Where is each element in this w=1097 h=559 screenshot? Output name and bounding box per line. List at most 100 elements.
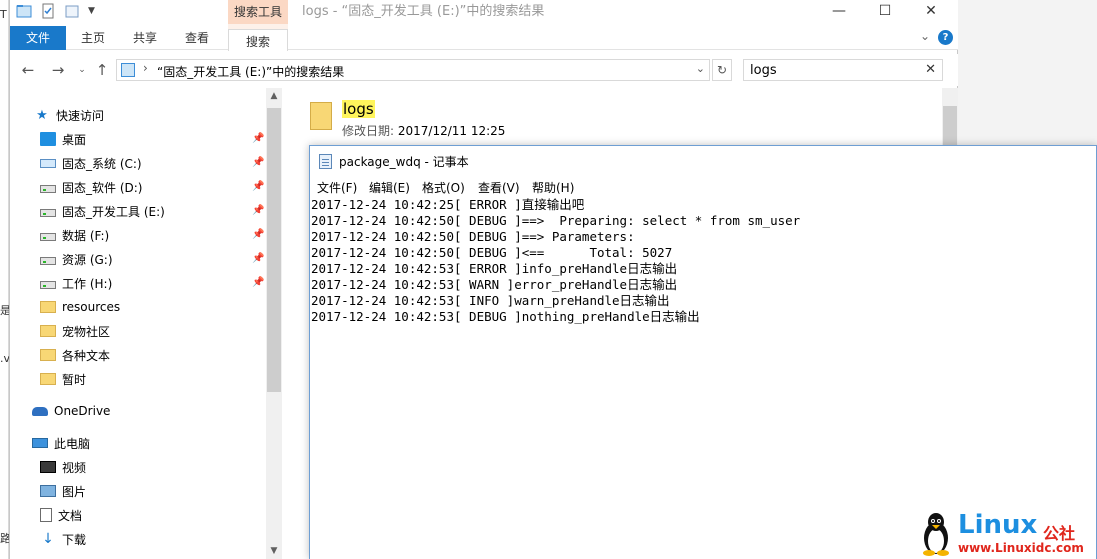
result-item-name[interactable]: logs [342, 100, 375, 118]
recent-locations-icon[interactable]: ⌄ [72, 61, 92, 81]
ribbon-tabs: 文件 主页 共享 查看 搜索 ⌄ ? [10, 24, 958, 51]
log-line: 2017-12-24 10:42:53[ ERROR ]info_preHand… [311, 261, 678, 276]
pin-icon[interactable]: 📌 [252, 205, 264, 216]
breadcrumb-chevron-icon[interactable]: › [143, 61, 148, 75]
video-icon [40, 461, 56, 473]
content-scrollbar-thumb[interactable] [943, 106, 957, 146]
drive-icon [40, 256, 56, 265]
notepad-window: package_wdq - 记事本 文件(F) 编辑(E) 格式(O) 查看(V… [309, 145, 1097, 559]
notepad-title: package_wdq - 记事本 [339, 155, 469, 169]
tab-home[interactable]: 主页 [72, 26, 114, 50]
penguin-icon [923, 513, 949, 556]
nav-label: 图片 [62, 484, 87, 499]
nav-item-videos[interactable]: 视频 [40, 456, 86, 478]
notepad-title-bar: package_wdq - 记事本 [310, 146, 1096, 176]
system-drive-icon [40, 158, 56, 168]
log-line: 2017-12-24 10:42:53[ INFO ]warn_preHandl… [311, 293, 670, 308]
search-tools-header: 搜索工具 [228, 0, 288, 24]
tab-search[interactable]: 搜索 [228, 29, 288, 51]
drive-icon [40, 280, 56, 289]
nav-item-drive-d[interactable]: 固态_软件 (D:) [40, 176, 142, 198]
address-field[interactable]: › “固态_开发工具 (E:)”中的搜索结果 ⌄ [116, 59, 710, 81]
menu-help[interactable]: 帮助(H) [532, 179, 574, 196]
nav-item-drive-g[interactable]: 资源 (G:) [40, 248, 113, 270]
customize-toolbar-icon[interactable]: ▼ [88, 6, 95, 16]
folder-icon [40, 349, 56, 361]
nav-scrollbar-thumb[interactable] [267, 108, 281, 392]
nav-item-resources[interactable]: resources [40, 296, 120, 318]
nav-item-drive-h[interactable]: 工作 (H:) [40, 272, 112, 294]
nav-label: 桌面 [62, 132, 87, 147]
help-icon[interactable]: ? [938, 30, 953, 45]
menu-format[interactable]: 格式(O) [422, 179, 465, 196]
address-text: “固态_开发工具 (E:)”中的搜索结果 [157, 65, 345, 79]
desktop-icon [40, 132, 56, 146]
nav-item-temporary[interactable]: 暂时 [40, 368, 86, 390]
nav-item-drive-f[interactable]: 数据 (F:) [40, 224, 109, 246]
clear-search-icon[interactable]: ✕ [925, 62, 936, 77]
up-button[interactable]: ↑ [92, 61, 112, 81]
document-icon [40, 508, 52, 522]
log-line: 2017-12-24 10:42:53[ WARN ]error_preHand… [311, 277, 678, 292]
tab-view[interactable]: 查看 [176, 26, 218, 50]
date-value: 2017/12/11 12:25 [397, 124, 506, 138]
nav-label: 文档 [58, 508, 83, 523]
date-label: 修改日期: [342, 124, 395, 138]
nav-item-texts[interactable]: 各种文本 [40, 344, 110, 366]
nav-item-drive-c[interactable]: 固态_系统 (C:) [40, 152, 142, 174]
tab-share[interactable]: 共享 [124, 26, 166, 50]
nav-label: 宠物社区 [62, 324, 111, 339]
menu-edit[interactable]: 编辑(E) [369, 179, 410, 196]
folder-icon[interactable] [16, 3, 32, 19]
nav-label: 资源 (G:) [62, 252, 113, 267]
close-button[interactable]: ✕ [908, 0, 954, 24]
nav-item-desktop[interactable]: 桌面 [40, 128, 86, 150]
pin-icon[interactable]: 📌 [252, 229, 264, 240]
pin-icon[interactable]: 📌 [252, 133, 264, 144]
nav-label: resources [62, 300, 121, 314]
background-text: T [0, 8, 7, 21]
scroll-down-icon[interactable]: ▼ [266, 543, 282, 559]
navigation-pane: ★ 快速访问 桌面 📌 固态_系统 (C:) 📌 固态_软件 (D:) 📌 固态… [10, 88, 282, 559]
nav-item-documents[interactable]: 文档 [40, 504, 82, 526]
folder-icon [310, 102, 332, 130]
new-folder-icon[interactable] [64, 3, 80, 19]
drive-icon [40, 208, 56, 217]
minimize-button[interactable]: — [816, 0, 862, 24]
menu-view[interactable]: 查看(V) [478, 179, 520, 196]
log-line: 2017-12-24 10:42:50[ DEBUG ]<== Total: 5… [311, 245, 673, 260]
search-input[interactable]: logs ✕ [743, 59, 943, 81]
drive-icon [40, 232, 56, 241]
nav-label: 此电脑 [54, 436, 91, 451]
forward-button[interactable]: → [48, 61, 68, 81]
nav-label: 快速访问 [56, 108, 105, 123]
notepad-text-area[interactable]: 2017-12-24 10:42:25[ ERROR ]直接输出吧 2017-1… [310, 197, 1096, 559]
pin-icon[interactable]: 📌 [252, 157, 264, 168]
collapse-ribbon-icon[interactable]: ⌄ [920, 29, 930, 43]
logo-text: Linux [958, 510, 1038, 540]
pin-icon[interactable]: 📌 [252, 253, 264, 264]
menu-file[interactable]: 文件(F) [317, 179, 357, 196]
nav-label: 各种文本 [62, 348, 111, 363]
nav-item-pet-community[interactable]: 宠物社区 [40, 320, 110, 342]
onedrive-icon [32, 406, 48, 416]
background-window-edge: T 是 .v 路 [0, 0, 11, 559]
folder-icon [40, 325, 56, 337]
nav-quick-access[interactable]: ★ 快速访问 [34, 104, 104, 126]
maximize-button[interactable]: ☐ [862, 0, 908, 24]
nav-item-drive-e[interactable]: 固态_开发工具 (E:) [40, 200, 165, 222]
scroll-up-icon[interactable]: ▲ [266, 88, 282, 104]
pin-icon[interactable]: 📌 [252, 277, 264, 288]
nav-item-downloads[interactable]: ↓ 下载 [40, 528, 86, 550]
nav-onedrive[interactable]: OneDrive [32, 400, 110, 422]
pin-icon[interactable]: 📌 [252, 181, 264, 192]
back-button[interactable]: ← [18, 61, 38, 81]
nav-item-pictures[interactable]: 图片 [40, 480, 86, 502]
refresh-button[interactable]: ↻ [712, 59, 732, 81]
address-dropdown-icon[interactable]: ⌄ [696, 62, 705, 75]
properties-icon[interactable] [40, 3, 56, 19]
nav-this-pc[interactable]: 此电脑 [32, 432, 90, 454]
tab-file[interactable]: 文件 [10, 26, 66, 50]
nav-label: 工作 (H:) [62, 276, 113, 291]
nav-label: 下载 [62, 532, 87, 547]
